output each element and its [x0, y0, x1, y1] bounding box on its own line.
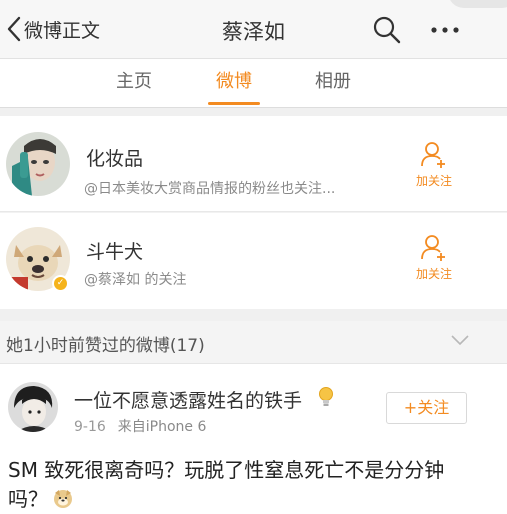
chevron-down-icon: [451, 335, 469, 346]
more-button[interactable]: [428, 15, 464, 45]
post-date: 9-16: [74, 419, 106, 435]
author-avatar[interactable]: [8, 382, 58, 432]
user-list-item[interactable]: 化妆品 @日本美妆大赏商品情报的粉丝也关注... 加关注: [0, 116, 507, 212]
tab-home-label: 主页: [116, 71, 152, 92]
user-description: @日本美妆大赏商品情报的粉丝也关注...: [84, 181, 336, 197]
back-button[interactable]: 微博正文: [6, 14, 100, 44]
section-divider: [0, 108, 507, 116]
post-author-name[interactable]: 一位不愿意透露姓名的铁手: [74, 386, 302, 413]
search-button[interactable]: [372, 15, 402, 45]
profile-tabs: 主页 微博 相册: [0, 58, 507, 108]
active-tab-indicator: [208, 102, 260, 105]
follow-button[interactable]: 加关注: [404, 233, 464, 282]
user-name: 化妆品: [86, 148, 144, 170]
post-meta: 9-16 来自iPhone 6: [74, 416, 206, 436]
user-name: 斗牛犬: [86, 241, 144, 263]
corner-decoration: [448, 0, 507, 8]
more-icon: [431, 27, 459, 33]
add-user-icon: [421, 142, 445, 168]
tab-weibo[interactable]: 微博: [202, 59, 266, 108]
lightbulb-icon: [319, 387, 333, 406]
weibo-post[interactable]: 一位不愿意透露姓名的铁手 9-16 来自iPhone 6 +关注 SM 致死很离奇…: [0, 363, 507, 514]
tab-album[interactable]: 相册: [306, 59, 360, 108]
back-label: 微博正文: [24, 19, 101, 42]
follow-label: 加关注: [415, 267, 452, 281]
follow-button[interactable]: 加关注: [404, 140, 464, 189]
top-nav-bar: 微博正文 蔡泽如: [0, 0, 507, 58]
section-divider: [0, 309, 507, 321]
tab-album-label: 相册: [315, 71, 351, 92]
add-user-icon: [421, 235, 445, 261]
post-text: SM 致死很离奇吗？玩脱了性窒息死亡不是分分钟 吗？: [8, 456, 478, 514]
doge-emoji-icon: [54, 490, 72, 508]
tab-home[interactable]: 主页: [107, 59, 161, 108]
search-icon: [373, 16, 401, 44]
follow-author-button[interactable]: +关注: [386, 392, 467, 424]
verified-badge: ✓: [52, 275, 69, 292]
face-photo-avatar[interactable]: [6, 132, 70, 196]
tab-weibo-label: 微博: [216, 71, 252, 92]
follow-label: 加关注: [415, 174, 452, 188]
post-source: 来自iPhone 6: [117, 419, 207, 435]
user-list-item[interactable]: ✓ 斗牛犬 @蔡泽如 的关注 加关注: [0, 213, 507, 309]
liked-posts-header[interactable]: 她1小时前赞过的微博(17): [0, 321, 507, 363]
chevron-left-icon: [7, 16, 21, 42]
liked-posts-title: 她1小时前赞过的微博(17): [6, 336, 205, 356]
user-description: @蔡泽如 的关注: [84, 272, 187, 288]
post-text-line: 吗？: [8, 487, 48, 511]
post-text-line: SM 致死很离奇吗？玩脱了性窒息死亡不是分分钟: [8, 458, 445, 482]
